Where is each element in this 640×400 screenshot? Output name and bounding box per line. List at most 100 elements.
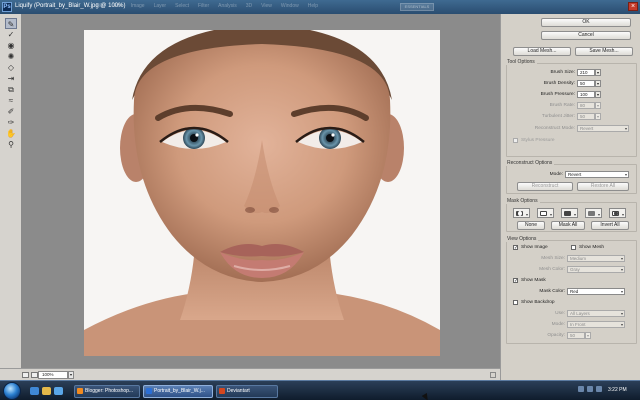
- push-left-tool-icon[interactable]: ⇥: [5, 73, 17, 84]
- mesh-color-value: Gray: [570, 267, 580, 272]
- invert-selection-mask-button[interactable]: ▾: [609, 208, 626, 218]
- zoom-level-field[interactable]: 100%: [38, 371, 68, 379]
- freeze-mask-tool-icon[interactable]: ✐: [5, 106, 17, 117]
- ghost-menu-item: 3D: [245, 3, 253, 9]
- reconstruct-options-mode-select[interactable]: Revert ▾: [565, 171, 629, 178]
- quick-launch-desktop-icon[interactable]: [30, 387, 39, 395]
- mirror-tool-icon[interactable]: ⧉: [5, 84, 17, 95]
- chevron-down-icon: ▾: [624, 126, 627, 131]
- pucker-tool-icon[interactable]: ✺: [5, 51, 17, 62]
- backdrop-use-value: All Layers: [570, 311, 590, 316]
- portrait-preview-image[interactable]: [84, 30, 440, 356]
- show-mask-checkbox[interactable]: ✓: [513, 278, 518, 284]
- reconstruct-mode-select: Revert ▾: [577, 125, 629, 132]
- zoom-in-button[interactable]: [31, 372, 38, 378]
- chevron-down-icon: ▾: [597, 212, 600, 217]
- preview-canvas-area[interactable]: [22, 14, 500, 368]
- turbulence-tool-icon[interactable]: ≈: [5, 95, 17, 106]
- reconstruct-mode-label: Reconstruct Mode:: [534, 126, 575, 131]
- brush-pressure-field[interactable]: 100: [577, 91, 595, 98]
- show-backdrop-label: Show Backdrop: [521, 300, 555, 305]
- show-mesh-label: Show Mesh: [579, 245, 605, 250]
- bloat-tool-icon[interactable]: ◇: [5, 62, 17, 73]
- zoom-tool-icon[interactable]: ⚲: [5, 139, 17, 150]
- blogger-icon: [77, 388, 83, 394]
- show-mask-label: Show Mask: [521, 278, 546, 283]
- taskbar-item-blogger[interactable]: Blogger: Photoshop...: [74, 385, 140, 398]
- chevron-down-icon: ▾: [525, 212, 528, 217]
- brush-rate-label: Brush Rate:: [549, 103, 575, 108]
- ghost-menu-item: Window: [280, 3, 299, 9]
- volume-icon[interactable]: [587, 386, 593, 392]
- reconstruct-tool-icon[interactable]: ✓: [5, 29, 17, 40]
- restore-all-button[interactable]: Restore All: [577, 182, 629, 191]
- windows-taskbar: Blogger: Photoshop... Portrait_by_Blair_…: [0, 380, 640, 400]
- network-icon[interactable]: [578, 386, 584, 392]
- chevron-down-icon: ▾: [595, 113, 601, 120]
- mask-none-button[interactable]: None: [517, 221, 545, 230]
- intersect-selection-mask-button[interactable]: ▾: [585, 208, 602, 218]
- subtract-from-selection-mask-button[interactable]: ▾: [561, 208, 578, 218]
- reconstruct-mode-label: Mode:: [549, 172, 563, 177]
- mesh-size-value: Medium: [570, 256, 587, 261]
- mask-color-select[interactable]: Red ▾: [567, 288, 625, 295]
- add-to-selection-mask-button[interactable]: ▾: [537, 208, 554, 218]
- quick-launch-explorer-icon[interactable]: [42, 387, 51, 395]
- ghost-menu-item: Help: [307, 3, 319, 9]
- invert-all-button[interactable]: Invert All: [591, 221, 629, 230]
- chevron-down-icon: ▾: [549, 212, 552, 217]
- show-mesh-checkbox[interactable]: [571, 245, 576, 250]
- chevron-down-icon[interactable]: ▾: [595, 80, 601, 87]
- ok-button[interactable]: OK: [541, 18, 631, 27]
- photoshop-icon: [146, 388, 152, 394]
- mask-all-button[interactable]: Mask All: [551, 221, 585, 230]
- brush-size-field[interactable]: 210: [577, 69, 595, 76]
- mask-color-label: Mask Color:: [539, 289, 565, 294]
- mask-color-value: Red: [570, 289, 579, 294]
- view-options-title: View Options: [505, 236, 539, 242]
- forward-warp-tool-icon[interactable]: ✎: [5, 18, 17, 29]
- backdrop-mode-value: In Front: [570, 322, 586, 327]
- chevron-down-icon: ▾: [620, 322, 623, 327]
- cancel-button[interactable]: Cancel: [541, 31, 631, 40]
- backdrop-opacity-field: 50: [567, 332, 585, 339]
- tray-app-icon[interactable]: [596, 386, 602, 392]
- load-mesh-button[interactable]: Load Mesh...: [513, 47, 571, 56]
- brush-density-label: Brush Density:: [543, 81, 575, 86]
- chevron-down-icon[interactable]: ▾: [68, 371, 74, 379]
- resize-grip-icon[interactable]: [490, 372, 496, 378]
- deviantart-icon: [219, 388, 225, 394]
- zoom-out-button[interactable]: [22, 372, 29, 378]
- stylus-pressure-label: Stylus Pressure: [521, 138, 555, 143]
- reconstruct-button[interactable]: Reconstruct: [517, 182, 573, 191]
- taskbar-item-deviantart[interactable]: Deviantart: [216, 385, 278, 398]
- start-button[interactable]: [3, 382, 21, 400]
- chevron-down-icon[interactable]: ▾: [595, 69, 601, 76]
- backdrop-use-label: Use:: [555, 311, 565, 316]
- ghost-menu-item: File: [96, 3, 105, 9]
- twirl-clockwise-tool-icon[interactable]: ◉: [5, 40, 17, 51]
- quick-launch-browser-icon[interactable]: [54, 387, 63, 395]
- chevron-down-icon[interactable]: ▾: [595, 91, 601, 98]
- liquify-toolbar: ✎ ✓ ◉ ✺ ◇ ⇥ ⧉ ≈ ✐ ✑ ✋ ⚲: [0, 14, 22, 368]
- hand-tool-icon[interactable]: ✋: [5, 128, 17, 139]
- brush-density-field[interactable]: 50: [577, 80, 595, 87]
- save-mesh-button[interactable]: Save Mesh...: [575, 47, 633, 56]
- chevron-down-icon: ▾: [620, 267, 623, 272]
- thaw-mask-tool-icon[interactable]: ✑: [5, 117, 17, 128]
- title-bar[interactable]: Ps Liquify (Portrait_by_Blair_W.jpg @ 10…: [0, 0, 640, 14]
- taskbar-item-photoshop[interactable]: Portrait_by_Blair_W.j...: [143, 385, 213, 398]
- replace-selection-mask-button[interactable]: ▾: [513, 208, 530, 218]
- chevron-down-icon: ▾: [620, 311, 623, 316]
- ghost-menu-item: Image: [130, 3, 145, 9]
- reconstruct-mode-value: Revert: [580, 126, 594, 131]
- taskbar-item-label: Blogger: Photoshop...: [85, 388, 134, 394]
- show-backdrop-checkbox[interactable]: [513, 300, 518, 305]
- options-panel: OK Cancel Load Mesh... Save Mesh... Tool…: [500, 14, 640, 380]
- liquify-dialog-screen: Ps Liquify (Portrait_by_Blair_W.jpg @ 10…: [0, 0, 640, 400]
- taskbar-clock[interactable]: 3:22 PM: [608, 387, 627, 393]
- backdrop-mode-label: Mode:: [551, 322, 565, 327]
- stylus-pressure-checkbox: [513, 138, 518, 143]
- show-image-checkbox[interactable]: ✓: [513, 245, 518, 251]
- close-button[interactable]: ×: [628, 2, 638, 11]
